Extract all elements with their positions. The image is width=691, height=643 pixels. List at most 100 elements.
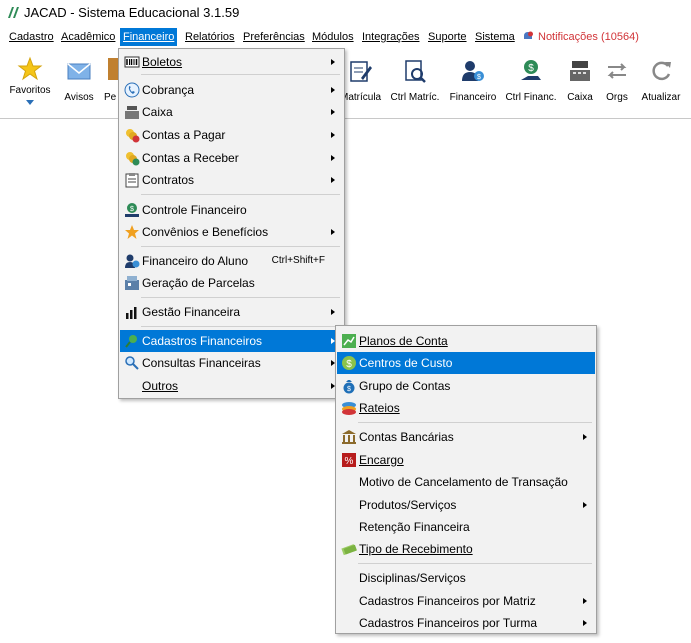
- chevron-right-icon: [583, 502, 587, 508]
- chevron-right-icon: [331, 59, 335, 65]
- chevron-right-icon: [331, 132, 335, 138]
- toolbar: Favoritos Avisos Pe Matrícula Ctrl Matrí…: [0, 48, 691, 119]
- bank-icon: [342, 430, 356, 444]
- menu-separator: [358, 563, 592, 564]
- menu-modulos[interactable]: Módulos: [309, 28, 357, 46]
- submenu-item-centros-de-custo[interactable]: $ Centros de Custo: [337, 352, 595, 374]
- svg-text:$: $: [130, 206, 134, 213]
- menu-item-cadastros-financeiros[interactable]: Cadastros Financeiros: [120, 330, 343, 352]
- jacad-logo-icon: [8, 7, 19, 18]
- menu-academico[interactable]: Acadêmico: [58, 28, 118, 46]
- menu-item-contas-a-pagar[interactable]: Contas a Pagar: [120, 124, 343, 146]
- menu-cadastro[interactable]: Cadastro: [6, 28, 57, 46]
- coins-plus-icon: [126, 152, 140, 166]
- toolbar-atualizar[interactable]: Atualizar: [637, 48, 685, 118]
- menu-item-caixa[interactable]: Caixa: [120, 101, 343, 123]
- menu-preferencias[interactable]: Preferências: [240, 28, 308, 46]
- submenu-item-motivo-cancelamento[interactable]: Motivo de Cancelamento de Transação: [337, 471, 595, 493]
- star-icon: [125, 225, 139, 239]
- title-bar: JACAD - Sistema Educacional 3.1.59: [0, 0, 691, 26]
- menu-item-geracao-de-parcelas[interactable]: Geração de Parcelas: [120, 272, 343, 294]
- parcel-icon: [125, 276, 139, 290]
- menu-item-cobranca[interactable]: Cobrança: [120, 79, 343, 101]
- chevron-right-icon: [331, 155, 335, 161]
- submenu-item-planos-de-conta[interactable]: Planos de Conta: [337, 330, 595, 352]
- window-title: JACAD - Sistema Educacional 3.1.59: [24, 5, 240, 20]
- clipboard-icon: [125, 173, 139, 188]
- submenu-item-por-turma[interactable]: Cadastros Financeiros por Turma: [337, 612, 595, 634]
- edit-document-icon: [350, 61, 372, 82]
- chevron-down-icon: [26, 100, 34, 105]
- star-icon: [17, 56, 43, 81]
- svg-text:$: $: [528, 63, 534, 74]
- menu-item-financeiro-do-aluno[interactable]: Financeiro do Aluno Ctrl+Shift+F: [120, 250, 343, 272]
- chevron-right-icon: [331, 87, 335, 93]
- phone-icon: [124, 82, 140, 98]
- menu-separator: [141, 74, 340, 75]
- toolbar-avisos[interactable]: Avisos: [58, 48, 100, 118]
- submenu-item-rateios[interactable]: Rateios: [337, 397, 595, 419]
- submenu-item-produtos-servicos[interactable]: Produtos/Serviços: [337, 494, 595, 516]
- menu-item-outros[interactable]: Outros: [120, 375, 343, 397]
- menu-item-consultas-financeiras[interactable]: Consultas Financeiras: [120, 352, 343, 374]
- menu-relatorios[interactable]: Relatórios: [182, 28, 238, 46]
- menu-notifications[interactable]: Notificações (10564): [538, 28, 639, 46]
- financeiro-dropdown: Boletos Cobrança Caixa Contas a Pagar Co…: [118, 48, 345, 399]
- menu-separator: [141, 194, 340, 195]
- chevron-right-icon: [331, 309, 335, 315]
- envelope-icon: [67, 63, 91, 80]
- money-hand-icon: $: [125, 203, 139, 217]
- menu-separator: [141, 326, 340, 327]
- bill-icon: [341, 544, 357, 556]
- notification-icon: [524, 31, 533, 39]
- swap-arrows-icon: [607, 63, 627, 79]
- svg-text:%: %: [345, 456, 354, 467]
- menu-separator: [141, 297, 340, 298]
- magnifier-icon: [125, 356, 139, 370]
- submenu-item-retencao-financeira[interactable]: Retenção Financeira: [337, 516, 595, 538]
- submenu-item-por-matriz[interactable]: Cadastros Financeiros por Matriz: [337, 590, 595, 612]
- document-icon: [108, 58, 118, 80]
- menu-item-gestao-financeira[interactable]: Gestão Financeira: [120, 301, 343, 323]
- menu-suporte[interactable]: Suporte: [425, 28, 470, 46]
- toolbar-caixa[interactable]: Caixa: [561, 48, 599, 118]
- menu-item-contas-a-receber[interactable]: Contas a Receber: [120, 147, 343, 169]
- submenu-item-contas-bancarias[interactable]: Contas Bancárias: [337, 426, 595, 448]
- menu-sistema[interactable]: Sistema: [472, 28, 518, 46]
- student-money-icon: $: [462, 61, 484, 81]
- chevron-right-icon: [583, 434, 587, 440]
- submenu-item-tipo-de-recebimento[interactable]: Tipo de Recebimento: [337, 538, 595, 560]
- toolbar-orgs[interactable]: Orgs: [601, 48, 633, 118]
- toolbar-favoritos[interactable]: Favoritos: [6, 48, 54, 118]
- percent-icon: %: [342, 453, 356, 467]
- toolbar-ctrl-matric[interactable]: Ctrl Matríc.: [386, 48, 444, 118]
- menu-integracoes[interactable]: Integrações: [359, 28, 422, 46]
- submenu-item-grupo-de-contas[interactable]: $ Grupo de Contas: [337, 375, 595, 397]
- submenu-item-disciplinas-servicos[interactable]: Disciplinas/Serviços: [337, 567, 595, 589]
- menu-financeiro[interactable]: Financeiro: [120, 28, 178, 46]
- menu-item-boletos[interactable]: Boletos: [120, 51, 343, 73]
- chart-sheet-icon: [342, 334, 356, 348]
- svg-text:$: $: [347, 386, 351, 393]
- toolbar-ctrl-financ[interactable]: $ Ctrl Financ.: [503, 48, 559, 118]
- shortcut-label: Ctrl+Shift+F: [271, 255, 325, 266]
- toolbar-matricula[interactable]: Matrícula: [340, 48, 381, 118]
- menu-item-controle-financeiro[interactable]: $ Controle Financeiro: [120, 199, 343, 221]
- barcode-icon: [124, 56, 140, 68]
- menu-item-convenios-beneficios[interactable]: Convênios e Benefícios: [120, 221, 343, 243]
- chevron-right-icon: [331, 229, 335, 235]
- pushpin-icon: [125, 335, 137, 348]
- chevron-right-icon: [331, 177, 335, 183]
- bar-chart-icon: [126, 307, 137, 319]
- student-money-icon: [125, 254, 140, 268]
- chevron-right-icon: [331, 109, 335, 115]
- svg-text:$: $: [346, 359, 352, 370]
- coins-minus-icon: [126, 129, 140, 143]
- menu-item-contratos[interactable]: Contratos: [120, 169, 343, 191]
- submenu-item-encargo[interactable]: % Encargo: [337, 449, 595, 471]
- toolbar-pe[interactable]: Pe: [100, 48, 118, 118]
- money-bag-icon: $: [343, 380, 355, 394]
- refresh-icon: [652, 61, 671, 81]
- toolbar-financeiro[interactable]: $ Financeiro: [446, 48, 500, 118]
- cadastros-financeiros-submenu: Planos de Conta $ Centros de Custo $ Gru…: [335, 325, 597, 634]
